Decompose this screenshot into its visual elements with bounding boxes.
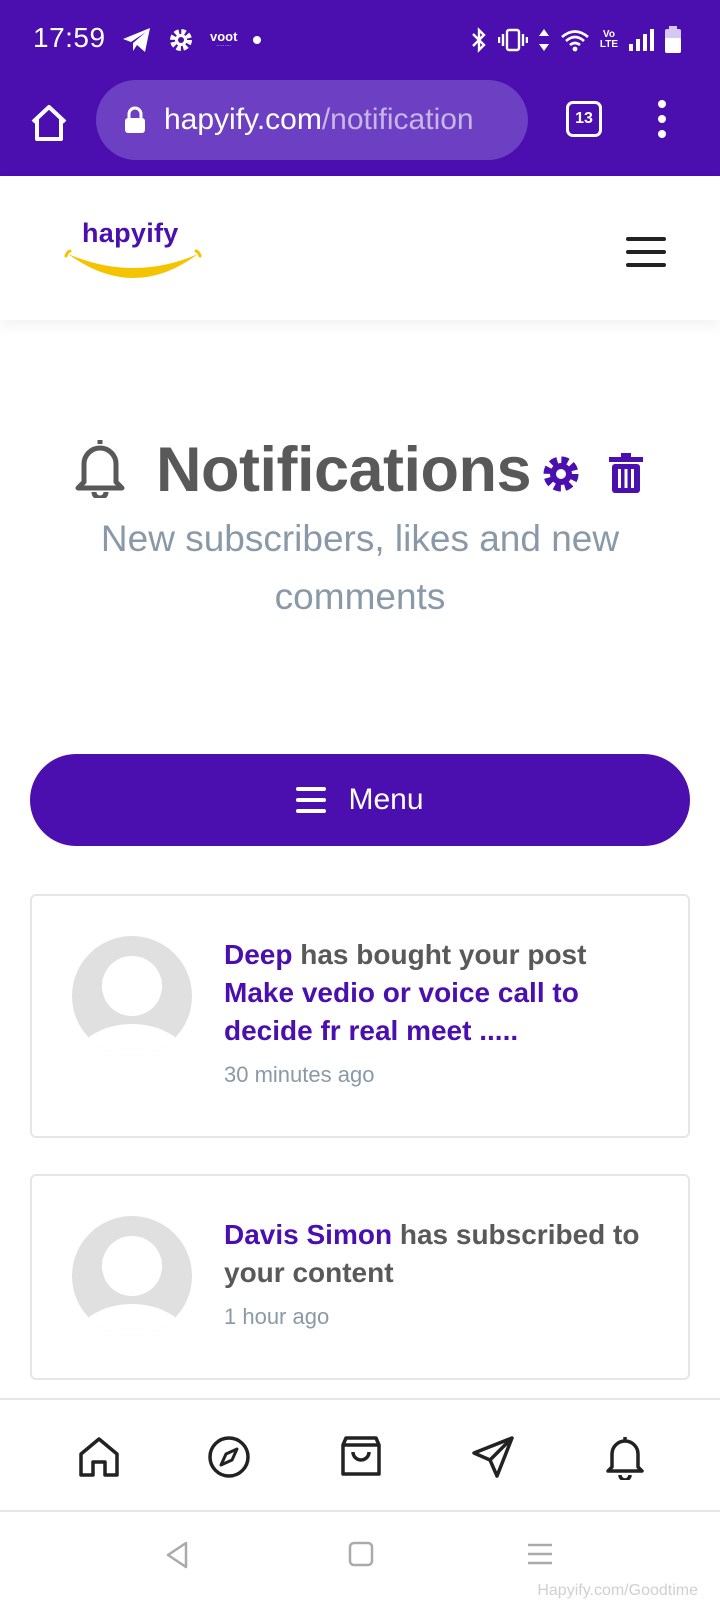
bottom-nav [0,1398,720,1512]
data-arrows-icon [538,29,549,51]
browser-toolbar: hapyify.com /notification 13 [0,78,720,176]
lock-icon [125,106,145,133]
status-time: 17:59 [33,22,106,53]
notification-card[interactable]: Deep has bought your post Make vedio or … [30,894,690,1138]
shopping-bag-icon[interactable] [338,1434,384,1480]
page-title-row: Notifications [0,430,720,514]
menu-icon [296,787,327,813]
browser-home-button[interactable] [24,98,74,148]
home-icon[interactable] [76,1434,122,1480]
back-icon[interactable] [164,1540,190,1570]
settings-icon [170,29,192,51]
url-host: hapyify.com [164,103,322,136]
tab-switcher-button[interactable]: 13 [566,101,602,137]
page-title: Notifications [156,435,532,505]
avatar[interactable] [72,936,192,1056]
site-logo[interactable]: hapyify [64,218,204,278]
bell-icon[interactable] [602,1434,648,1480]
address-bar[interactable]: hapyify.com /notification [96,80,528,160]
vibrate-icon [497,28,528,52]
hamburger-line [626,263,666,267]
telegram-icon [123,28,150,52]
browser-menu-button[interactable] [650,98,674,140]
home-icon [31,105,67,141]
logo-smile-icon [64,249,202,278]
notification-actor[interactable]: Deep [224,939,292,970]
recent-apps-icon[interactable] [348,1540,374,1568]
signal-icon [629,29,654,51]
bluetooth-icon [471,27,486,53]
page-subtitle: New subscribers, likes and new comments [100,518,620,617]
hamburger-line [626,237,666,241]
notification-text: Deep has bought your post Make vedio or … [224,936,644,1050]
menu-lines-icon[interactable] [526,1540,554,1568]
site-menu-toggle[interactable] [626,237,666,267]
notification-time: 30 minutes ago [224,1062,375,1087]
notification-actor[interactable]: Davis Simon [224,1219,392,1250]
menu-dot [658,115,666,123]
settings-gear-icon[interactable] [541,454,581,494]
battery-icon [665,26,681,53]
status-bar: 17:59 voot ········· Vo LTE [0,0,720,78]
menu-button-label: Menu [348,783,424,816]
notification-time: 1 hour ago [224,1304,330,1329]
wifi-icon [561,30,589,52]
trash-icon[interactable] [609,452,643,494]
volte-icon: Vo LTE [599,29,618,50]
menu-dot [658,130,666,138]
avatar[interactable] [72,1216,192,1336]
send-icon[interactable] [470,1434,516,1480]
menu-dot [658,100,666,108]
bell-icon [75,440,125,498]
site-header: hapyify [0,176,720,320]
status-right-icons: Vo LTE [470,24,682,56]
status-left-icons: voot ········· [122,24,262,56]
notification-text: Davis Simon has subscribed to your conte… [224,1216,644,1292]
notification-action: has bought your post [292,939,587,970]
menu-button[interactable]: Menu [30,754,690,846]
watermark: Hapyify.com/Goodtime [537,1582,698,1599]
notification-target[interactable]: Make vedio or voice call to decide fr re… [224,977,579,1046]
notification-dot [253,36,262,44]
compass-icon[interactable] [206,1434,252,1480]
url-path: /notification [321,103,474,136]
voot-icon: voot ········· [210,29,238,49]
hamburger-line [626,250,666,254]
system-navigation-bar: Hapyify.com/Goodtime [0,1512,720,1600]
notification-card[interactable]: Davis Simon has subscribed to your conte… [30,1174,690,1380]
